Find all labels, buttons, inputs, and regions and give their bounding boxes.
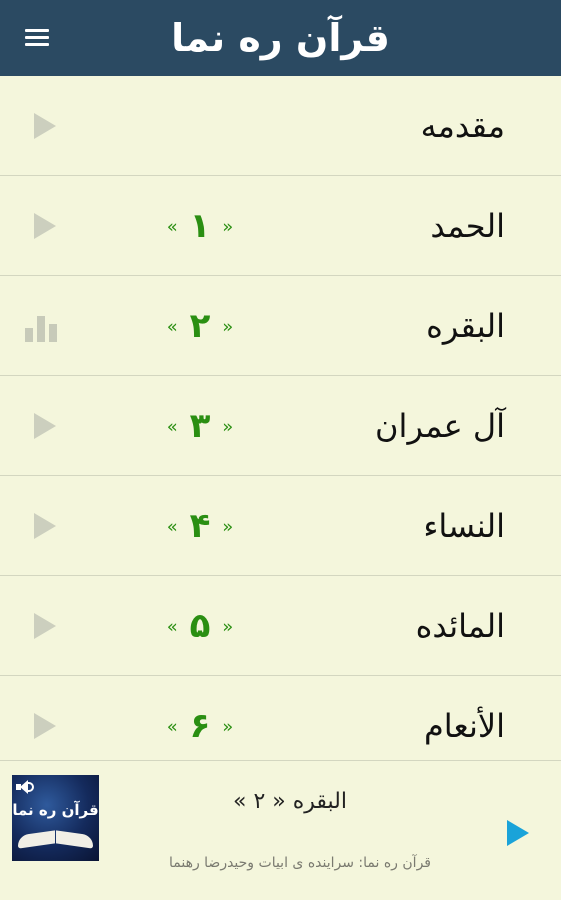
now-playing-title: البقره « ۲ »	[233, 789, 347, 814]
list-item-surah[interactable]: النساء « ۴ »	[0, 476, 561, 576]
app-title: قرآن ره نما	[171, 16, 390, 60]
play-icon[interactable]	[34, 413, 56, 439]
list-item-surah[interactable]: آل عمران « ۳ »	[0, 376, 561, 476]
surah-title: الأنعام	[423, 707, 505, 745]
surah-number: « ۴ »	[166, 506, 234, 546]
surah-number: « ۱ »	[166, 206, 234, 246]
mini-player: قرآن ره نما البقره « ۲ » قرآن ره نما: سر…	[0, 760, 561, 900]
play-icon[interactable]	[34, 713, 56, 739]
album-cover[interactable]: قرآن ره نما	[12, 775, 99, 861]
bar-chart-icon[interactable]	[25, 312, 61, 342]
list-item-surah[interactable]: المائده « ۵ »	[0, 576, 561, 676]
cover-title: قرآن ره نما	[12, 801, 99, 819]
book-icon	[18, 830, 93, 849]
app-bar: قرآن ره نما	[0, 0, 561, 76]
play-icon[interactable]	[34, 613, 56, 639]
surah-number: « ۳ »	[166, 406, 234, 446]
speaker-icon	[16, 779, 34, 795]
play-icon[interactable]	[507, 820, 529, 846]
play-icon[interactable]	[34, 513, 56, 539]
credit-text: قرآن ره نما: سراینده ی ابیات وحیدرضا رهن…	[168, 855, 431, 871]
play-icon[interactable]	[34, 213, 56, 239]
surah-title: آل عمران	[375, 407, 505, 445]
surah-title: البقره	[426, 307, 505, 345]
surah-title: النساء	[423, 507, 505, 545]
surah-title: الحمد	[430, 207, 505, 245]
surah-number: « ۵ »	[166, 606, 234, 646]
surah-list[interactable]: مقدمه الحمد « ۱ » البقره « ۲ » آل عمران …	[0, 76, 561, 760]
list-item-surah[interactable]: الأنعام « ۶ »	[0, 676, 561, 760]
surah-number: « ۲ »	[166, 306, 234, 346]
surah-title: المائده	[415, 607, 505, 645]
surah-title: مقدمه	[420, 107, 505, 145]
list-item-introduction[interactable]: مقدمه	[0, 76, 561, 176]
surah-number: « ۶ »	[166, 706, 234, 746]
list-item-surah[interactable]: الحمد « ۱ »	[0, 176, 561, 276]
play-icon[interactable]	[34, 113, 56, 139]
list-item-surah[interactable]: البقره « ۲ »	[0, 276, 561, 376]
